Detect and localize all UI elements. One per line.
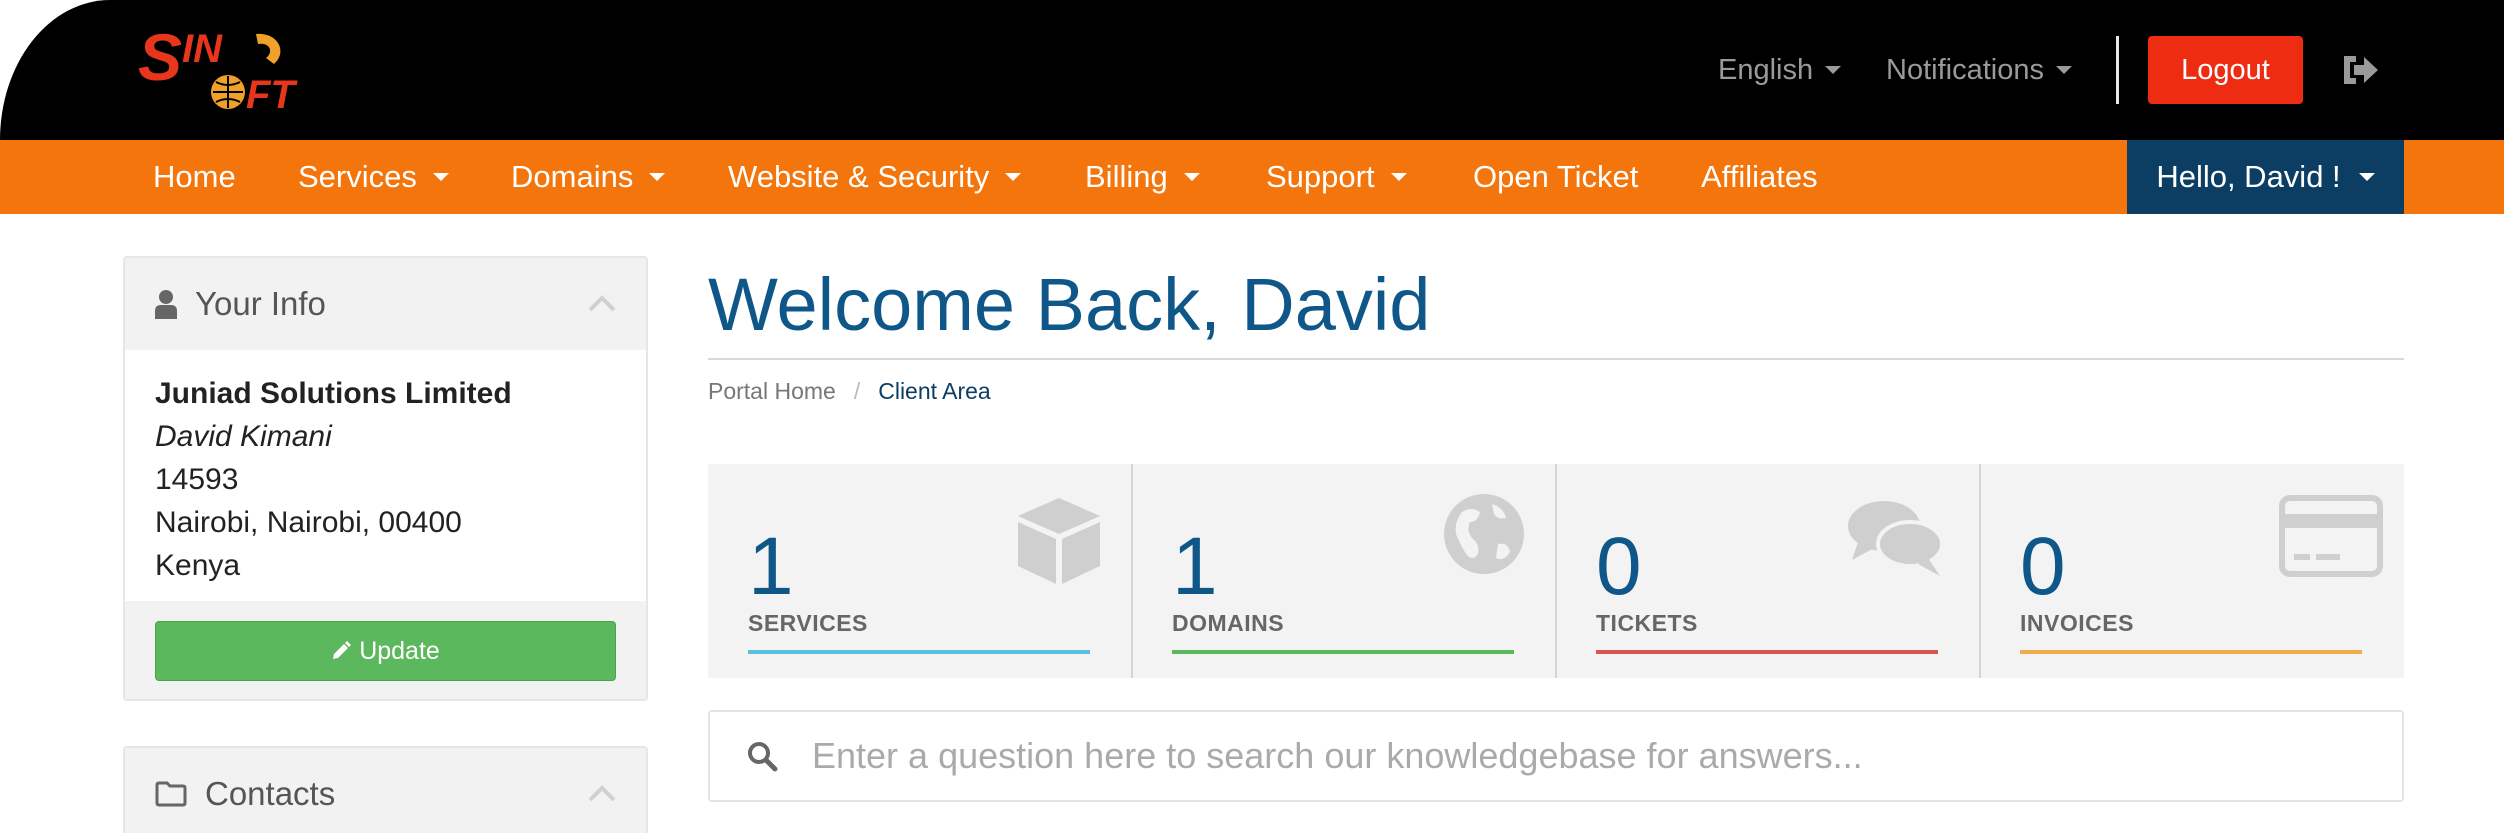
stat-underline <box>1596 650 1938 654</box>
stat-underline <box>1172 650 1514 654</box>
stat-count: 0 <box>2020 521 2066 612</box>
nav-label: Home <box>153 159 236 194</box>
contacts-header[interactable]: Contacts <box>125 748 646 833</box>
nav-services[interactable]: Services <box>298 140 449 214</box>
stat-label: TICKETS <box>1596 610 1698 636</box>
nav-website-security[interactable]: Website & Security <box>728 140 1022 214</box>
header-divider <box>2116 36 2119 104</box>
chevron-down-icon <box>2358 173 2375 181</box>
stat-count: 0 <box>1596 521 1642 612</box>
notifications-label: Notifications <box>1886 53 2044 86</box>
your-info-footer: Update <box>125 601 646 699</box>
address-line: 14593 <box>155 463 239 496</box>
nav-affiliates[interactable]: Affiliates <box>1701 140 1818 214</box>
nav-open-ticket[interactable]: Open Ticket <box>1473 140 1638 214</box>
nav-label: Domains <box>511 159 634 194</box>
nav-label: Website & Security <box>728 159 990 194</box>
chevron-up-icon[interactable] <box>588 784 616 802</box>
your-info-header[interactable]: Your Info <box>125 258 646 350</box>
company-name: Juniad Solutions Limited <box>155 377 512 410</box>
nav-label: Affiliates <box>1701 159 1818 194</box>
your-info-body: Juniad Solutions Limited David Kimani 14… <box>125 350 646 601</box>
comments-icon <box>1848 501 1944 576</box>
panel-title: Your Info <box>195 285 326 322</box>
svg-text:FT: FT <box>246 73 298 117</box>
user-icon <box>155 290 177 319</box>
stat-label: DOMAINS <box>1172 610 1285 636</box>
stat-count: 1 <box>748 521 794 612</box>
language-label: English <box>1718 53 1814 86</box>
breadcrumb-current: Client Area <box>878 378 991 404</box>
knowledgebase-search <box>708 710 2404 802</box>
nav-label: Open Ticket <box>1473 159 1639 194</box>
update-label: Update <box>359 636 440 665</box>
sign-out-icon[interactable] <box>2340 52 2380 88</box>
page-title: Welcome Back, David <box>708 263 1431 346</box>
globe-icon <box>1444 494 1524 574</box>
nav-label: Services <box>298 159 417 194</box>
nav-label: Support <box>1266 159 1375 194</box>
svg-text:IN: IN <box>182 27 223 71</box>
nav-home[interactable]: Home <box>153 140 236 214</box>
notifications-menu[interactable]: Notifications <box>1886 0 2072 140</box>
nav-support[interactable]: Support <box>1266 140 1407 214</box>
nav-billing[interactable]: Billing <box>1085 140 1200 214</box>
contacts-panel: Contacts <box>123 746 648 833</box>
stat-underline <box>2020 650 2362 654</box>
search-icon[interactable] <box>746 740 778 772</box>
knowledgebase-search-input[interactable] <box>812 735 2402 777</box>
stat-label: SERVICES <box>748 610 868 636</box>
stat-label: INVOICES <box>2020 610 2134 636</box>
breadcrumb-home[interactable]: Portal Home <box>708 378 836 405</box>
chevron-down-icon <box>1005 173 1022 181</box>
stat-tile-invoices[interactable]: 0 INVOICES <box>1980 464 2404 678</box>
nav-label: Billing <box>1085 159 1168 194</box>
stat-underline <box>748 650 1090 654</box>
city-line: Nairobi, Nairobi, 00400 <box>155 506 462 539</box>
folder-icon <box>155 781 187 807</box>
breadcrumb-separator: / <box>853 378 861 404</box>
your-info-panel: Your Info Juniad Solutions Limited David… <box>123 256 648 701</box>
cube-icon <box>1018 498 1100 584</box>
chevron-up-icon[interactable] <box>588 294 616 312</box>
svg-text:S: S <box>138 22 182 94</box>
pencil-icon <box>333 641 352 659</box>
language-menu[interactable]: English <box>1718 0 1842 140</box>
user-greeting: Hello, David ! <box>2156 159 2341 194</box>
top-header: S IN FT English Notifications Logout <box>0 0 2504 140</box>
panel-title: Contacts <box>205 775 336 812</box>
title-divider <box>708 358 2404 360</box>
update-button[interactable]: Update <box>155 621 616 681</box>
stat-tile-services[interactable]: 1 SERVICES <box>708 464 1132 678</box>
logout-button[interactable]: Logout <box>2148 36 2303 104</box>
nav-domains[interactable]: Domains <box>511 140 666 214</box>
contact-name: David Kimani <box>155 420 332 453</box>
chevron-down-icon <box>1390 173 1407 181</box>
chevron-down-icon <box>2055 66 2072 74</box>
chevron-down-icon <box>1825 66 1842 74</box>
credit-card-icon <box>2279 495 2383 577</box>
country: Kenya <box>155 549 241 582</box>
stats-tiles: 1 SERVICES 1 DOMAINS 0 TICKETS 0 INVOICE… <box>708 464 2404 678</box>
user-menu[interactable]: Hello, David ! <box>2127 140 2404 214</box>
stat-count: 1 <box>1172 521 1218 612</box>
singsoft-logo[interactable]: S IN FT <box>138 22 328 118</box>
stat-tile-domains[interactable]: 1 DOMAINS <box>1132 464 1556 678</box>
chevron-down-icon <box>1183 173 1200 181</box>
chevron-down-icon <box>649 173 666 181</box>
chevron-down-icon <box>432 173 449 181</box>
stat-tile-tickets[interactable]: 0 TICKETS <box>1556 464 1980 678</box>
breadcrumb: Portal Home / Client Area <box>708 378 991 405</box>
